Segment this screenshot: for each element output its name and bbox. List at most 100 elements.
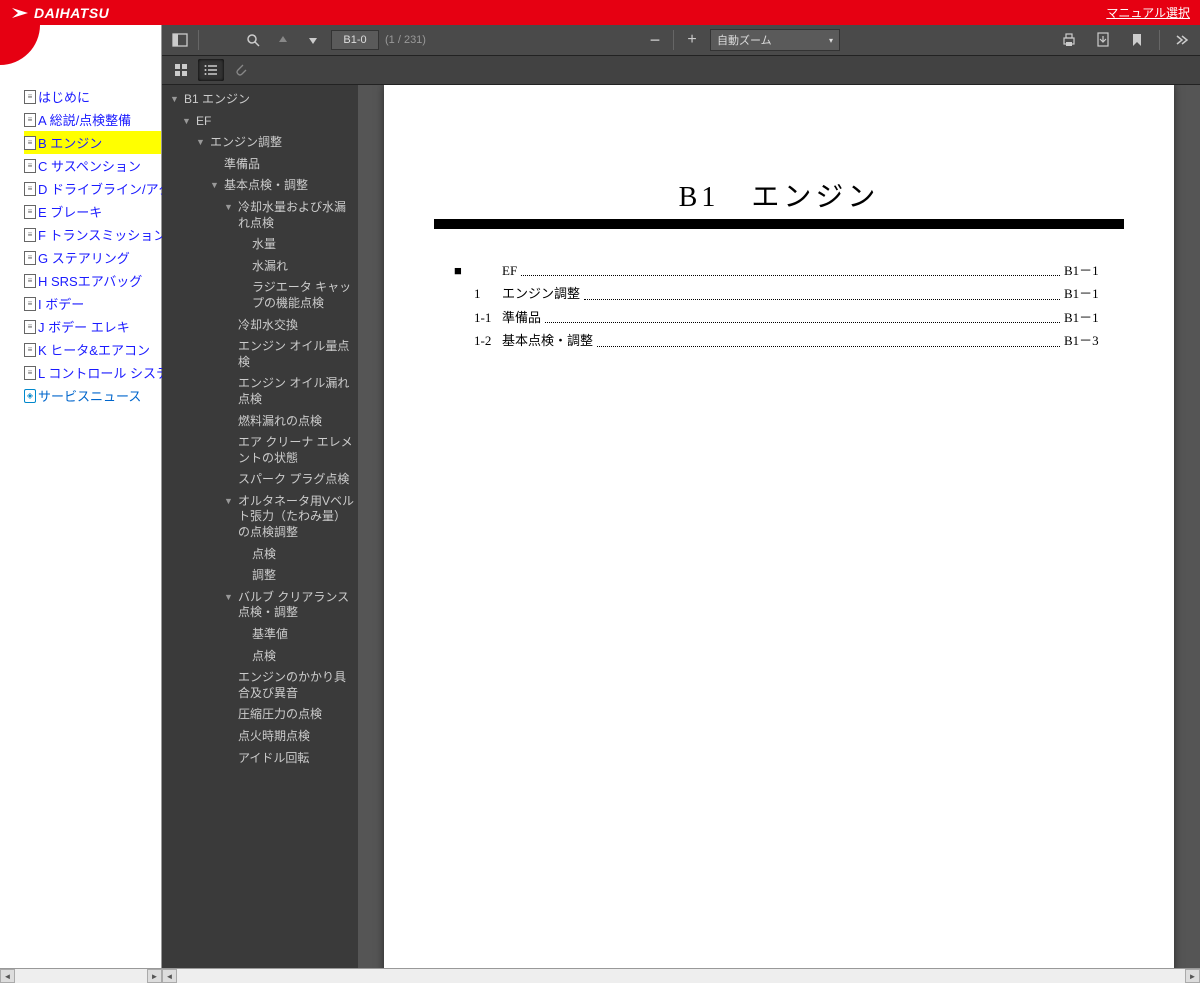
page-number-input[interactable] [331, 30, 379, 50]
sidebar-item[interactable]: ≡L コントロール システ [24, 361, 161, 384]
outline-item-label: 基本点検・調整 [224, 178, 354, 194]
zoom-select[interactable]: 自動ズーム [710, 29, 840, 51]
sidebar-item[interactable]: ≡G ステアリング [24, 246, 161, 269]
sidebar-item[interactable]: ≡J ボデー エレキ [24, 315, 161, 338]
outline-item[interactable]: 冷却水交換 [162, 315, 358, 337]
sidebar-item[interactable]: ≡D ドライブライン/アク [24, 177, 161, 200]
scroll-right-icon[interactable]: ► [147, 969, 162, 983]
document-icon: ≡ [24, 113, 36, 127]
pdf-toolbar: (1 / 231) − + 自動ズーム [162, 25, 1200, 56]
outline-item-label: 水漏れ [252, 259, 354, 275]
outline-item[interactable]: 水漏れ [162, 256, 358, 278]
expand-arrow-icon[interactable]: ▼ [182, 114, 192, 128]
search-button[interactable] [241, 28, 265, 52]
sidebar-item-service-news[interactable]: ◈サービスニュース [24, 384, 161, 407]
manual-select-link[interactable]: マニュアル選択 [1106, 4, 1190, 21]
outline-item[interactable]: 調整 [162, 565, 358, 587]
thumbnails-tab[interactable] [168, 59, 194, 81]
outline-item[interactable]: ラジエータ キャップの機能点検 [162, 277, 358, 314]
toc-page: B1－1 [1064, 306, 1124, 329]
expand-arrow-icon[interactable]: ▼ [224, 200, 234, 214]
next-page-button[interactable] [301, 28, 325, 52]
document-icon: ≡ [24, 136, 36, 150]
toc-row: 1エンジン調整B1－1 [454, 282, 1124, 305]
sidebar-item[interactable]: ≡K ヒータ&エアコン [24, 338, 161, 361]
bookmark-button[interactable] [1125, 28, 1149, 52]
outline-item[interactable]: エンジン オイル漏れ点検 [162, 373, 358, 410]
expand-arrow-icon[interactable]: ▼ [210, 178, 220, 192]
expand-arrow-icon[interactable]: ▼ [224, 494, 234, 508]
sidebar-tabs [162, 56, 1200, 85]
outline-item[interactable]: ▼ バルブ クリアランス点検・調整 [162, 587, 358, 624]
page-title: B1 エンジン [434, 175, 1124, 215]
scroll-right-icon[interactable]: ► [1185, 969, 1200, 983]
zoom-in-button[interactable]: + [680, 28, 704, 52]
sidebar-item[interactable]: ≡A 総説/点検整備 [24, 108, 161, 131]
outline-item[interactable]: エンジン オイル量点検 [162, 336, 358, 373]
scroll-left-icon[interactable]: ◄ [0, 969, 15, 983]
more-tools-button[interactable] [1170, 28, 1194, 52]
sidebar-item-label: B エンジン [38, 133, 102, 152]
outline-item[interactable]: ▼ 基本点検・調整 [162, 175, 358, 197]
outline-item-label: ラジエータ キャップの機能点検 [252, 280, 354, 311]
brand-text: DAIHATSU [34, 5, 109, 21]
sidebar-item-label: K ヒータ&エアコン [38, 340, 150, 359]
outline-item[interactable]: 燃料漏れの点検 [162, 411, 358, 433]
daihatsu-logo-icon [10, 6, 30, 20]
outline-item-label: エンジン調整 [210, 135, 354, 151]
expand-arrow-icon[interactable]: ▼ [196, 135, 206, 149]
zoom-out-button[interactable]: − [643, 28, 667, 52]
outline-item[interactable]: ▼ オルタネータ用Vベルト張力（たわみ量）の点検調整 [162, 491, 358, 544]
outline-item[interactable]: ▼B1 エンジン [162, 89, 358, 111]
outline-item[interactable]: 基準値 [162, 624, 358, 646]
outline-item[interactable]: ▼冷却水量および水漏れ点検 [162, 197, 358, 234]
title-underline [434, 219, 1124, 229]
sidebar-item[interactable]: ≡F トランスミッション [24, 223, 161, 246]
outline-item[interactable]: ▼ EF [162, 111, 358, 133]
page-viewer[interactable]: B1 エンジン ■EFB1－11エンジン調整B1－11-1準備品B1－11-2基… [358, 85, 1200, 968]
outline-item[interactable]: 点検 [162, 646, 358, 668]
prev-page-button[interactable] [271, 28, 295, 52]
outline-item[interactable]: ▼ エンジン調整 [162, 132, 358, 154]
sidebar-item[interactable]: ≡C サスペンション [24, 154, 161, 177]
attachments-tab[interactable] [228, 59, 254, 81]
outline-item-label: バルブ クリアランス点検・調整 [238, 590, 354, 621]
outline-item-label: 準備品 [224, 157, 354, 173]
outline-item-label: オルタネータ用Vベルト張力（たわみ量）の点検調整 [238, 494, 354, 541]
scroll-left-icon[interactable]: ◄ [162, 969, 177, 983]
sidebar-item[interactable]: ≡B エンジン [24, 131, 161, 154]
outline-item[interactable]: 水量 [162, 234, 358, 256]
toggle-sidebar-button[interactable] [168, 28, 192, 52]
outline-item[interactable]: 点火時期点検 [162, 726, 358, 748]
outline-item[interactable]: アイドル回転 [162, 748, 358, 770]
outline-item-label: EF [196, 114, 354, 130]
toc-number: 1-1 [474, 306, 502, 329]
print-button[interactable] [1057, 28, 1081, 52]
download-button[interactable] [1091, 28, 1115, 52]
outline-panel[interactable]: ▼B1 エンジン▼EF▼エンジン調整準備品▼基本点検・調整▼冷却水量および水漏れ… [162, 85, 358, 968]
outline-item[interactable]: エンジンのかかり具合及び異音 [162, 667, 358, 704]
outline-item-label: エンジンのかかり具合及び異音 [238, 670, 354, 701]
expand-arrow-icon[interactable]: ▼ [170, 92, 180, 106]
outline-item[interactable]: 圧縮圧力の点検 [162, 704, 358, 726]
outline-tab[interactable] [198, 59, 224, 81]
toc-row: 1-1準備品B1－1 [454, 306, 1124, 329]
outline-item[interactable]: 点検 [162, 544, 358, 566]
outline-item[interactable]: 準備品 [162, 154, 358, 176]
outline-item-label: 点検 [252, 547, 354, 563]
sidebar-item[interactable]: ≡E ブレーキ [24, 200, 161, 223]
document-icon: ≡ [24, 320, 36, 334]
sidebar-item-label: L コントロール システ [38, 363, 169, 382]
toc-page: B1－1 [1064, 259, 1124, 282]
sidebar-item-label: I ボデー [38, 294, 84, 313]
sidebar-item[interactable]: ≡I ボデー [24, 292, 161, 315]
sidebar-item-label: サービスニュース [38, 386, 141, 405]
toc-leader [597, 346, 1060, 347]
sidebar-item-label: はじめに [38, 87, 90, 106]
sidebar-item[interactable]: ≡H SRSエアバッグ [24, 269, 161, 292]
sidebar-item[interactable]: ≡はじめに [24, 85, 161, 108]
outline-item[interactable]: エア クリーナ エレメントの状態 [162, 432, 358, 469]
outline-item[interactable]: スパーク プラグ点検 [162, 469, 358, 491]
expand-arrow-icon[interactable]: ▼ [224, 590, 234, 604]
document-icon: ≡ [24, 182, 36, 196]
